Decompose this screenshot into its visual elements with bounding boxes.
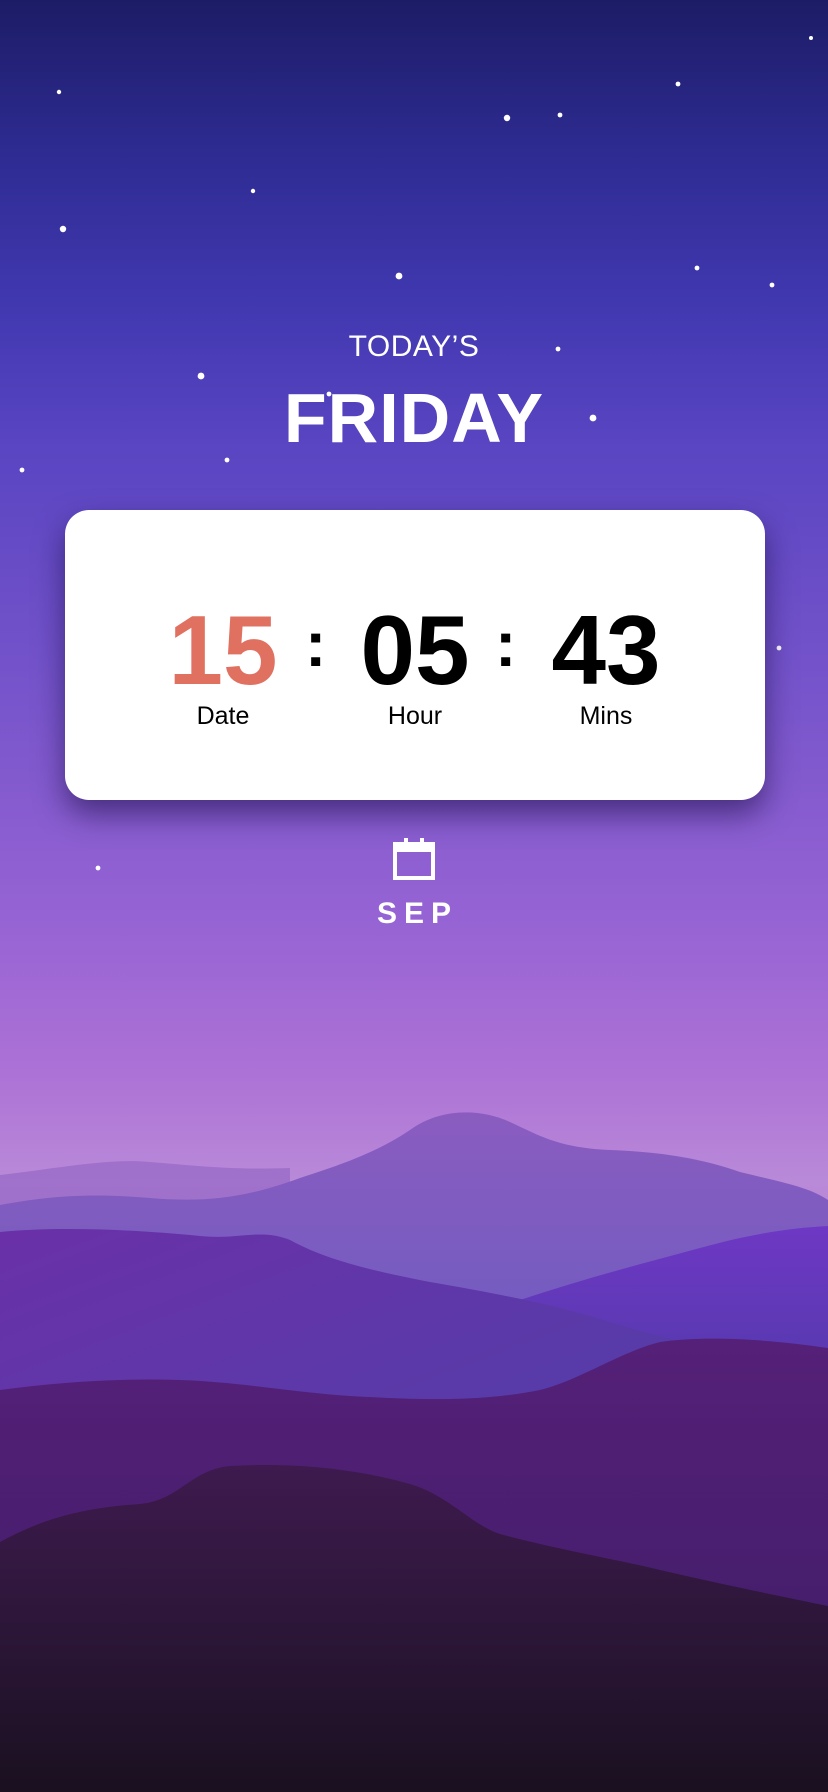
star [503,114,511,122]
star [557,112,563,118]
star [224,457,230,463]
mins-value: 43 [551,595,661,705]
hour-label: Hour [387,702,443,730]
star [694,265,700,271]
star [250,188,256,194]
clock-card: 15 Date : 05 Hour : 43 Mins [65,510,765,800]
month-label: SEP [376,897,459,930]
month-block: SEP [0,836,828,931]
star [675,81,681,87]
hour-value: 05 [360,595,470,705]
todays-label: TODAY’S [348,330,480,363]
date-label: Date [196,702,250,730]
star [19,467,25,473]
mins-label: Mins [579,702,633,730]
date-value: 15 [168,595,278,705]
mins-unit: 43 Mins [506,600,706,731]
calendar-icon [390,836,438,884]
star [59,225,67,233]
star [769,282,775,288]
star [776,645,782,651]
date-unit: 15 Date [123,600,323,731]
day-title: FRIDAY [283,379,545,457]
star [809,36,813,40]
star [395,272,403,280]
hour-unit: 05 Hour [315,600,515,731]
star [56,89,62,95]
